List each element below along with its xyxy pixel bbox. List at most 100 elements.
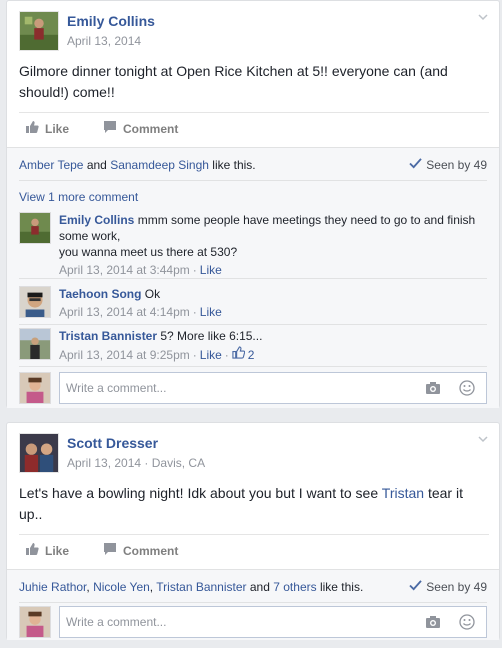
post-date[interactable]: April 13, 2014 [67,34,141,48]
divider [19,278,487,279]
smiley-icon[interactable] [459,614,475,630]
separator-dot: · [192,263,197,277]
divider [19,324,487,325]
comment-item: Taehoon Song Ok April 13, 2014 at 4:14pm… [19,286,487,322]
likes-and: and [249,580,270,594]
liker-link[interactable]: Juhie Rathor [19,580,86,594]
likes-suffix: like this. [212,158,256,172]
comment-meta: April 13, 2014 at 3:44pm · Like [59,262,487,278]
commenter-avatar[interactable] [19,328,51,360]
divider [19,180,487,181]
seen-by[interactable]: Seen by 49 [409,158,487,172]
comment-author[interactable]: Tristan Bannister [59,329,157,343]
camera-icon[interactable] [425,381,441,395]
liker-link[interactable]: Amber Tepe [19,158,83,172]
chevron-down-icon[interactable] [477,433,489,445]
separator-dot: · [192,305,197,319]
comment-icon [103,120,117,137]
separator-dot: · [144,456,149,470]
post-card: Emily Collins April 13, 2014 Gilmore din… [6,0,500,408]
separator-dot: · [192,347,197,362]
comment-like-link[interactable]: Like [200,262,222,278]
likes-and: and [86,158,107,172]
liker-link[interactable]: Tristan Bannister [156,580,246,594]
author-avatar[interactable] [19,11,59,51]
post-text: Let's have a bowling night! Idk about yo… [19,483,484,525]
comma: , [86,580,90,594]
comment-button[interactable]: Comment [103,120,178,137]
ufi-section: Juhie Rathor, Nicole Yen, Tristan Bannis… [7,569,499,640]
post-text-part: Let's have a bowling night! Idk about yo… [19,485,382,501]
separator-dot: · [224,347,229,362]
comment-like-link[interactable]: Like [200,347,222,363]
comment-author[interactable]: Emily Collins [59,213,134,227]
divider [19,602,487,603]
like-label: Like [45,543,70,558]
comment-author[interactable]: Taehoon Song [59,287,141,301]
like-button[interactable]: Like [25,542,69,559]
post-author[interactable]: Emily Collins [67,13,155,29]
comment-item: Emily Collins mmm some people have meeti… [19,212,487,278]
comment-input[interactable]: Write a comment... [59,606,487,638]
author-avatar[interactable] [19,433,59,473]
post-actions: Like Comment [19,112,489,144]
comment-likes-count[interactable]: 2 [248,347,255,363]
comment-text: 5? More like 6:15... [160,329,263,343]
post-header: Scott Dresser April 13, 2014 · Davis, CA [19,433,479,473]
like-label: Like [45,121,70,136]
current-user-avatar [19,606,51,638]
comment-item: Tristan Bannister 5? More like 6:15... A… [19,328,487,364]
comment-body: Tristan Bannister 5? More like 6:15... A… [59,328,487,363]
comment-input[interactable]: Write a comment... [59,372,487,404]
likes-others-link[interactable]: 7 others [273,580,316,594]
liker-link[interactable]: Sanamdeep Singh [110,158,209,172]
commenter-avatar[interactable] [19,212,51,244]
smiley-icon[interactable] [459,380,475,396]
checkmark-icon [409,158,422,172]
comment-label: Comment [123,543,179,558]
post-actions: Like Comment [19,534,489,566]
comment-time[interactable]: April 13, 2014 at 9:25pm [59,347,190,363]
mention-link[interactable]: Tristan [382,485,424,501]
likes-summary: Juhie Rathor, Nicole Yen, Tristan Bannis… [19,580,363,594]
divider [19,366,487,367]
likes-suffix: like this. [319,580,364,594]
comment-time[interactable]: April 13, 2014 at 3:44pm [59,262,190,278]
post-author[interactable]: Scott Dresser [67,435,158,451]
comment-input-placeholder: Write a comment... [66,381,167,395]
comment-text: Ok [144,287,161,301]
post-header: Emily Collins April 13, 2014 [19,11,479,51]
camera-icon[interactable] [425,615,441,629]
view-more-comments-link[interactable]: View 1 more comment [19,190,138,204]
likes-summary: Amber Tepe and Sanamdeep Singh like this… [19,158,256,172]
comment-meta: April 13, 2014 at 4:14pm · Like [59,304,487,320]
commenter-avatar[interactable] [19,286,51,318]
seen-label: Seen by 49 [426,158,487,172]
ufi-section: Amber Tepe and Sanamdeep Singh like this… [7,147,499,408]
comment-time[interactable]: April 13, 2014 at 4:14pm [59,304,190,320]
like-button[interactable]: Like [25,120,69,137]
comment-icon [103,542,117,559]
comment-label: Comment [123,121,179,136]
post-card: Scott Dresser April 13, 2014 · Davis, CA… [6,422,500,640]
comment-like-link[interactable]: Like [200,304,222,320]
comment-body: Emily Collins mmm some people have meeti… [59,212,487,278]
seen-label: Seen by 49 [426,580,487,594]
comment-composer: Write a comment... [19,372,487,406]
post-text: Gilmore dinner tonight at Open Rice Kitc… [19,63,448,100]
checkmark-icon [409,580,422,594]
comment-body: Taehoon Song Ok April 13, 2014 at 4:14pm… [59,286,487,320]
comment-input-placeholder: Write a comment... [66,615,167,629]
comma: , [149,580,154,594]
liker-link[interactable]: Nicole Yen [93,580,150,594]
thumbs-up-icon [25,542,39,559]
thumbs-up-icon [25,120,39,137]
post-location[interactable]: Davis, CA [152,456,205,470]
comment-button[interactable]: Comment [103,542,178,559]
post-date[interactable]: April 13, 2014 [67,456,141,470]
thumbs-up-icon [232,346,246,363]
post-meta: April 13, 2014 · Davis, CA [67,456,205,470]
comment-meta: April 13, 2014 at 9:25pm · Like · 2 [59,346,487,363]
chevron-down-icon[interactable] [477,11,489,23]
seen-by[interactable]: Seen by 49 [409,580,487,594]
